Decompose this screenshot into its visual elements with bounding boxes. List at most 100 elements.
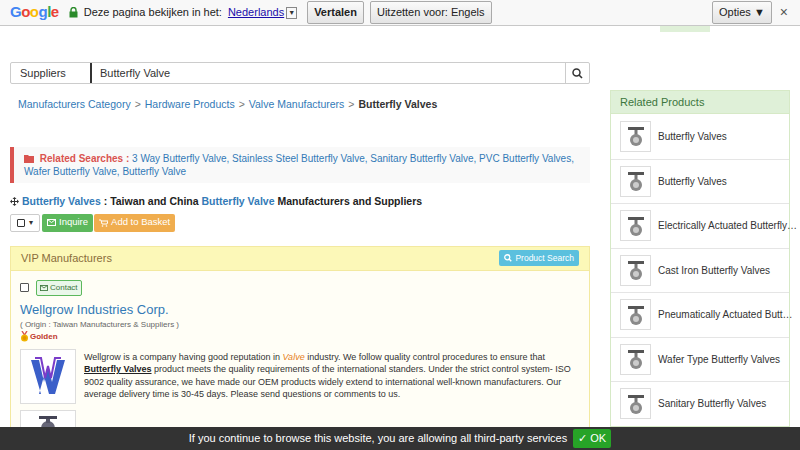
description-segment: Butterfly Valves	[84, 364, 152, 374]
related-product-item[interactable]: Cast Iron Butterfly Valves	[611, 248, 789, 293]
product-thumbnail[interactable]	[620, 299, 651, 330]
company-logo-icon	[29, 356, 67, 396]
contact-label[interactable]: Contact	[50, 282, 78, 294]
turn-off-button[interactable]: Uitzetten voor: Engels	[370, 1, 492, 24]
search-button[interactable]	[565, 63, 589, 83]
options-button[interactable]: Opties ▼	[712, 1, 772, 24]
valve-icon	[625, 170, 647, 192]
product-thumbnail[interactable]	[620, 166, 651, 197]
link-separator: ,	[474, 153, 477, 164]
company-card: ContactWellgrow Industries Corp.( Origin…	[20, 280, 580, 450]
valve-icon	[625, 393, 647, 415]
related-product-item[interactable]: Pneumatically Actuated Butt…	[611, 292, 789, 337]
related-product-label[interactable]: Electrically Actuated Butterfly…	[658, 218, 780, 233]
description-segment: Valve	[282, 352, 304, 362]
related-product-label[interactable]: Butterfly Valves	[658, 129, 727, 144]
inquire-button[interactable]: Inquire	[42, 214, 93, 232]
google-logo: Google	[10, 1, 59, 24]
product-thumbnail[interactable]	[620, 210, 651, 241]
add-to-basket-button[interactable]: Add to Basket	[94, 214, 175, 232]
product-search-label[interactable]: Product Search	[515, 252, 574, 265]
golden-badge: Golden	[20, 331, 580, 343]
related-product-item[interactable]: Wafer Type Butterfly Valves	[611, 337, 789, 382]
product-thumbnail[interactable]	[620, 255, 651, 286]
main-column: Suppliers Manufacturers Category>Hardwar…	[10, 26, 590, 450]
language-link[interactable]: Nederlands	[228, 4, 284, 21]
breadcrumb-item[interactable]: Hardware Products	[145, 97, 235, 113]
link-separator: ,	[365, 153, 368, 164]
related-product-label[interactable]: Sanitary Butterfly Valves	[658, 396, 766, 411]
product-thumbnail[interactable]	[620, 121, 651, 152]
heading-link[interactable]: Butterfly Valve	[202, 195, 275, 207]
valve-icon	[625, 259, 647, 281]
medal-icon	[20, 331, 29, 342]
category-value[interactable]: Suppliers	[20, 65, 66, 82]
valve-icon	[625, 125, 647, 147]
breadcrumb-separator: >	[135, 97, 141, 113]
related-search-link[interactable]: 3 Way Butterfly Valve	[132, 153, 226, 164]
link-separator: ,	[227, 153, 230, 164]
language-select[interactable]: Nederlands ▼	[228, 4, 297, 21]
breadcrumb-separator: >	[239, 97, 245, 113]
dropdown-caret[interactable]: ▾	[29, 217, 33, 229]
page-heading: Butterfly Valves : Taiwan and China Butt…	[10, 194, 590, 210]
select-all-dropdown[interactable]: ▾	[10, 214, 40, 232]
related-product-item[interactable]: Sanitary Butterfly Valves	[611, 381, 789, 426]
company-logo[interactable]	[20, 349, 76, 404]
related-searches-label: Related Searches :	[40, 153, 130, 164]
related-product-item[interactable]: Butterfly Valves	[611, 159, 789, 204]
related-products-header: Related Products	[611, 91, 789, 114]
related-search-link[interactable]: Stainless Steel Butterfly Valve	[232, 153, 365, 164]
breadcrumb-separator: >	[348, 97, 354, 113]
related-search-link[interactable]: PVC Butterfly Valves	[479, 153, 571, 164]
valve-icon	[625, 215, 647, 237]
translate-button[interactable]: Vertalen	[307, 1, 364, 24]
related-product-label[interactable]: Butterfly Valves	[658, 174, 727, 189]
vip-panel: VIP Manufacturers Product Search Contact…	[10, 246, 590, 450]
language-arrow[interactable]: ▼	[286, 7, 297, 19]
contact-button[interactable]: Contact	[36, 280, 82, 296]
company-checkbox[interactable]	[20, 283, 29, 292]
category-select[interactable]: Suppliers	[11, 63, 92, 83]
related-product-item[interactable]: Butterfly Valves	[611, 114, 789, 159]
vip-header: VIP Manufacturers Product Search	[11, 247, 589, 271]
product-thumbnail[interactable]	[620, 388, 651, 419]
sidebar: Related Products Butterfly Valves Butterf…	[610, 26, 790, 450]
related-search-link[interactable]: Wafer Butterfly Valve	[24, 166, 117, 177]
product-search-button[interactable]: Product Search	[499, 250, 579, 267]
cookie-text: If you continue to browse this website, …	[189, 430, 567, 447]
lock-icon	[69, 7, 78, 18]
envelope-icon	[40, 285, 48, 291]
vip-title: VIP Manufacturers	[21, 250, 112, 267]
related-product-label[interactable]: Cast Iron Butterfly Valves	[658, 263, 770, 278]
product-thumbnail[interactable]	[620, 344, 651, 375]
related-product-item[interactable]: Electrically Actuated Butterfly…	[611, 203, 789, 248]
breadcrumb-item[interactable]: Valve Manufacturers	[249, 97, 345, 113]
select-all-checkbox[interactable]	[17, 219, 25, 227]
basket-label[interactable]: Add to Basket	[111, 215, 170, 229]
magnifier-icon	[504, 254, 512, 262]
translate-bar: Google Deze pagina bekijken in het: Nede…	[0, 0, 800, 26]
related-products-title: Related Products	[620, 94, 704, 111]
move-icon	[10, 197, 19, 206]
description-segment: industry. We follow quality control proc…	[305, 352, 545, 362]
breadcrumb-item[interactable]: Manufacturers Category	[18, 97, 131, 113]
heading-text: : Taiwan and China	[101, 195, 202, 207]
description-segment: Wellgrow is a company having good reputa…	[84, 352, 282, 362]
heading-link[interactable]: Butterfly Valves	[22, 195, 101, 207]
related-searches: Related Searches : 3 Way Butterfly Valve…	[10, 147, 590, 183]
breadcrumb-item: Butterfly Valves	[358, 97, 437, 113]
related-product-label[interactable]: Wafer Type Butterfly Valves	[658, 352, 780, 367]
close-button[interactable]: ×	[778, 2, 790, 23]
link-separator: ,	[571, 153, 574, 164]
inquire-label[interactable]: Inquire	[59, 215, 88, 229]
badge-label: Golden	[30, 331, 58, 343]
company-name[interactable]: Wellgrow Industries Corp.	[20, 302, 580, 318]
search-input[interactable]	[92, 65, 565, 82]
basket-icon	[99, 219, 108, 227]
related-search-link[interactable]: Sanitary Butterfly Valve	[370, 153, 473, 164]
related-product-label[interactable]: Pneumatically Actuated Butt…	[658, 307, 780, 322]
action-bar: ▾ Inquire Add to Basket	[10, 214, 590, 232]
cookie-ok-button[interactable]: ✓ OK	[573, 429, 611, 448]
related-search-link[interactable]: Butterfly Valve	[122, 166, 186, 177]
